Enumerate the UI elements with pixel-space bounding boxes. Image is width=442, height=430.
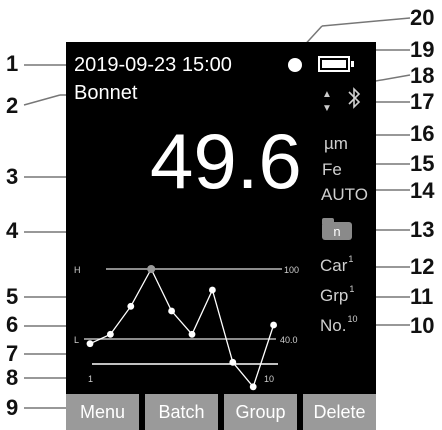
callout-10: 10	[410, 313, 435, 338]
car-stat: Car1	[320, 254, 354, 275]
callout-14: 14	[410, 178, 435, 203]
trend-chart: H L 100 40.0 1 10	[74, 265, 299, 391]
delete-button[interactable]: Delete	[303, 394, 376, 430]
h-label: H	[74, 265, 81, 275]
up-down-arrows-icon: ▲ ▼	[322, 89, 332, 114]
callout-17: 17	[410, 89, 435, 114]
data-point	[229, 358, 237, 366]
callout-11: 11	[410, 284, 434, 309]
callout-2: 2	[6, 93, 19, 118]
callout-15: 15	[410, 151, 435, 176]
callout-5: 5	[6, 284, 19, 309]
l-value-label: 40.0	[280, 335, 298, 345]
x-end-label: 10	[264, 374, 274, 384]
callout-9: 9	[6, 395, 19, 420]
h-value-label: 100	[284, 265, 299, 275]
l-label: L	[74, 335, 79, 345]
data-point	[168, 307, 175, 315]
data-point	[209, 286, 216, 294]
callout-6: 6	[6, 312, 19, 337]
menu-button[interactable]: Menu	[66, 394, 139, 430]
callout-16: 16	[410, 121, 435, 146]
callout-13: 13	[410, 217, 435, 242]
unit-label: µm	[324, 134, 348, 153]
device-screen: 2019-09-23 15:00 Bonnet 49.6 ▲ ▼ µm Fe AU…	[66, 42, 376, 430]
memory-folder-icon: n	[322, 218, 352, 240]
data-point	[86, 340, 94, 348]
data-point	[107, 330, 114, 338]
callout-8: 8	[6, 365, 19, 390]
data-point	[127, 302, 135, 310]
data-point	[270, 321, 277, 329]
callout-18: 18	[410, 63, 435, 88]
no-stat: No.10	[320, 314, 358, 335]
probe-mode-label: AUTO	[321, 185, 368, 204]
bluetooth-icon	[348, 87, 361, 109]
softkey-bar: Menu Batch Group Delete	[66, 394, 376, 430]
datetime-label: 2019-09-23 15:00	[74, 54, 232, 76]
callout-7: 7	[6, 341, 19, 366]
data-point	[147, 265, 156, 273]
reading-value: 49.6	[150, 117, 302, 205]
batch-button[interactable]: Batch	[145, 394, 218, 430]
callout-19: 19	[410, 37, 435, 62]
callout-20: 20	[410, 5, 435, 30]
trend-line	[89, 267, 275, 389]
group-button[interactable]: Group	[224, 394, 297, 430]
battery-icon	[318, 56, 354, 72]
x-start-label: 1	[88, 374, 93, 384]
callout-3: 3	[6, 164, 19, 189]
substrate-label: Fe	[322, 160, 342, 179]
measurement-mode-label: Bonnet	[74, 82, 138, 104]
callout-4: 4	[6, 218, 19, 243]
callout-1: 1	[6, 51, 19, 76]
callout-12: 12	[410, 254, 435, 279]
record-indicator-icon	[288, 58, 302, 72]
data-point	[249, 383, 257, 391]
grp-stat: Grp1	[320, 284, 355, 305]
data-point	[188, 330, 196, 338]
